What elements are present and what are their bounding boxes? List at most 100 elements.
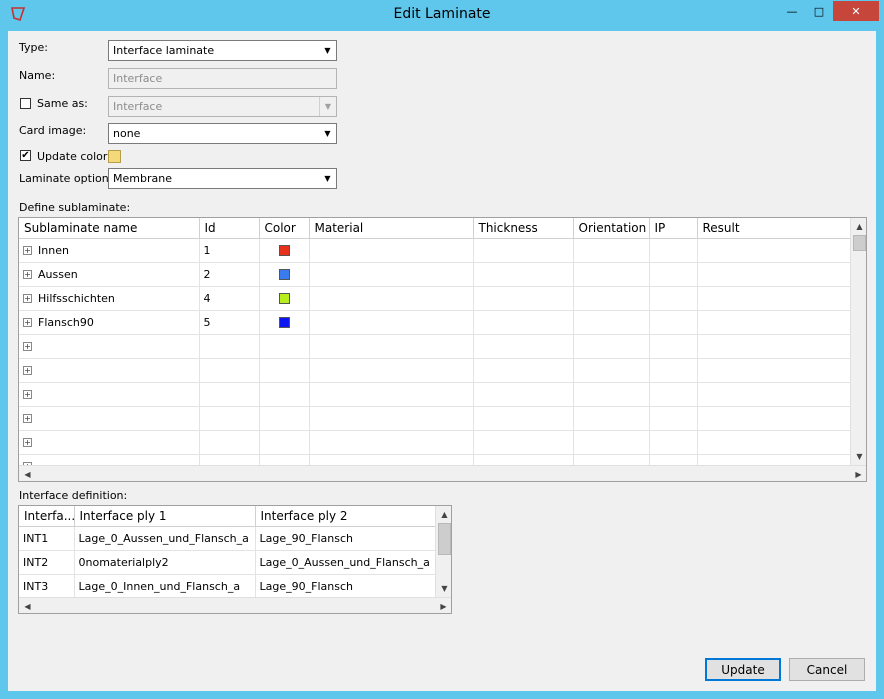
chevron-down-icon[interactable]: ▼ — [319, 41, 336, 60]
same-as-dropdown[interactable]: Interface ▼ — [108, 96, 337, 117]
cancel-button[interactable]: Cancel — [789, 658, 865, 681]
table-row[interactable]: + Innen 1 — [19, 238, 852, 263]
table-row[interactable]: + Hilfsschichten 4 — [19, 286, 852, 311]
define-sublaminate-label: Define sublaminate: — [19, 201, 131, 214]
table-row[interactable]: INT1 Lage_0_Aussen_und_Flansch_a Lage_90… — [19, 526, 436, 551]
scroll-left-icon[interactable]: ◀ — [19, 598, 36, 613]
expand-icon[interactable]: + — [23, 342, 32, 351]
column-header[interactable]: Interfa... — [19, 506, 75, 527]
same-as-checkbox[interactable] — [20, 98, 31, 109]
sublaminate-id: 5 — [199, 310, 260, 335]
chevron-down-icon[interactable]: ▼ — [319, 124, 336, 143]
table-row[interactable]: + — [19, 382, 852, 407]
type-label: Type: — [19, 41, 48, 54]
type-value: Interface laminate — [113, 44, 215, 57]
sublaminate-header-row: Sublaminate name Id Color Material Thick… — [19, 218, 852, 239]
name-label: Name: — [19, 69, 56, 82]
table-row[interactable]: INT3 Lage_0_Innen_und_Flansch_a Lage_90_… — [19, 574, 436, 599]
update-color-checkbox[interactable]: ✔ — [20, 150, 31, 161]
column-header[interactable]: Orientation — [573, 218, 650, 239]
interface-ply-1[interactable]: 0nomaterialply2 — [74, 550, 256, 575]
laminate-option-value: Membrane — [113, 172, 172, 185]
expand-icon[interactable]: + — [23, 366, 32, 375]
expand-icon[interactable]: + — [23, 318, 32, 327]
table-row[interactable]: + — [19, 430, 852, 455]
interface-id: INT2 — [19, 550, 75, 575]
column-header[interactable]: Sublaminate name — [19, 218, 200, 239]
column-header[interactable]: Interface ply 1 — [74, 506, 256, 527]
chevron-down-icon[interactable]: ▼ — [319, 169, 336, 188]
name-field[interactable]: Interface — [108, 68, 337, 89]
column-header[interactable]: Id — [199, 218, 260, 239]
table-row[interactable]: + Aussen 2 — [19, 262, 852, 287]
sublaminate-name: Hilfsschichten — [38, 291, 115, 305]
sublaminate-id: 4 — [199, 286, 260, 311]
sublaminate-id: 2 — [199, 262, 260, 287]
minimize-button[interactable]: — — [779, 1, 805, 21]
scroll-right-icon[interactable]: ▶ — [435, 598, 451, 613]
color-chip[interactable] — [278, 317, 290, 328]
table-row[interactable]: INT2 0nomaterialply2 Lage_0_Aussen_und_F… — [19, 550, 436, 575]
title-bar[interactable]: Edit Laminate — □ ✕ — [0, 0, 884, 31]
card-image-value: none — [113, 127, 141, 140]
close-button[interactable]: ✕ — [833, 1, 879, 21]
sublaminate-id: 1 — [199, 238, 260, 263]
interface-vertical-scrollbar[interactable]: ▲ ▼ — [435, 506, 451, 597]
scroll-thumb[interactable] — [853, 235, 866, 251]
scroll-down-icon[interactable]: ▼ — [851, 448, 866, 465]
column-header[interactable]: Material — [309, 218, 474, 239]
expand-icon[interactable]: + — [23, 246, 32, 255]
interface-grid: Interfa... Interface ply 1 Interface ply… — [18, 505, 452, 614]
interface-header-row: Interfa... Interface ply 1 Interface ply… — [19, 506, 436, 527]
column-header[interactable]: Color — [259, 218, 310, 239]
expand-icon[interactable]: + — [23, 390, 32, 399]
table-row[interactable]: + — [19, 406, 852, 431]
chevron-down-icon[interactable]: ▼ — [319, 97, 336, 116]
update-button[interactable]: Update — [705, 658, 781, 681]
card-image-dropdown[interactable]: none ▼ — [108, 123, 337, 144]
interface-horizontal-scrollbar[interactable]: ◀ ▶ — [19, 597, 451, 613]
scroll-thumb[interactable] — [438, 523, 451, 555]
scroll-right-icon[interactable]: ▶ — [850, 466, 866, 481]
sublaminate-table: Sublaminate name Id Color Material Thick… — [19, 218, 852, 479]
card-image-label: Card image: — [19, 124, 87, 137]
column-header[interactable]: Result — [697, 218, 852, 239]
column-header[interactable]: Thickness — [473, 218, 574, 239]
laminate-option-dropdown[interactable]: Membrane ▼ — [108, 168, 337, 189]
color-chip[interactable] — [278, 293, 290, 304]
sublaminate-horizontal-scrollbar[interactable]: ◀ ▶ — [19, 465, 866, 481]
edit-laminate-window: Edit Laminate — □ ✕ Type: Interface lami… — [0, 0, 884, 699]
interface-ply-1[interactable]: Lage_0_Innen_und_Flansch_a — [74, 574, 256, 599]
expand-icon[interactable]: + — [23, 438, 32, 447]
interface-id: INT1 — [19, 526, 75, 551]
type-dropdown[interactable]: Interface laminate ▼ — [108, 40, 337, 61]
laminate-option-label: Laminate option: — [19, 172, 113, 185]
sublaminate-grid: Sublaminate name Id Color Material Thick… — [18, 217, 867, 482]
scroll-up-icon[interactable]: ▲ — [851, 218, 866, 235]
interface-ply-2[interactable]: Lage_90_Flansch — [255, 574, 436, 599]
column-header[interactable]: IP — [649, 218, 698, 239]
column-header[interactable]: Interface ply 2 — [255, 506, 436, 527]
expand-icon[interactable]: + — [23, 294, 32, 303]
expand-icon[interactable]: + — [23, 270, 32, 279]
same-as-label: Same as: — [37, 97, 88, 110]
color-chip[interactable] — [278, 269, 290, 280]
color-chip[interactable] — [278, 245, 290, 256]
sublaminate-vertical-scrollbar[interactable]: ▲ ▼ — [850, 218, 866, 465]
dialog-body: Type: Interface laminate ▼ Name: Interfa… — [8, 31, 876, 691]
interface-id: INT3 — [19, 574, 75, 599]
same-as-value: Interface — [113, 100, 163, 113]
interface-ply-2[interactable]: Lage_0_Aussen_und_Flansch_a — [255, 550, 436, 575]
scroll-left-icon[interactable]: ◀ — [19, 466, 36, 481]
interface-ply-2[interactable]: Lage_90_Flansch — [255, 526, 436, 551]
scroll-up-icon[interactable]: ▲ — [436, 506, 451, 523]
interface-definition-label: Interface definition: — [19, 489, 128, 502]
table-row[interactable]: + — [19, 358, 852, 383]
expand-icon[interactable]: + — [23, 414, 32, 423]
update-color-swatch[interactable] — [108, 150, 121, 163]
interface-ply-1[interactable]: Lage_0_Aussen_und_Flansch_a — [74, 526, 256, 551]
scroll-down-icon[interactable]: ▼ — [436, 580, 451, 597]
table-row[interactable]: + — [19, 334, 852, 359]
table-row[interactable]: + Flansch90 5 — [19, 310, 852, 335]
maximize-button[interactable]: □ — [806, 1, 832, 21]
